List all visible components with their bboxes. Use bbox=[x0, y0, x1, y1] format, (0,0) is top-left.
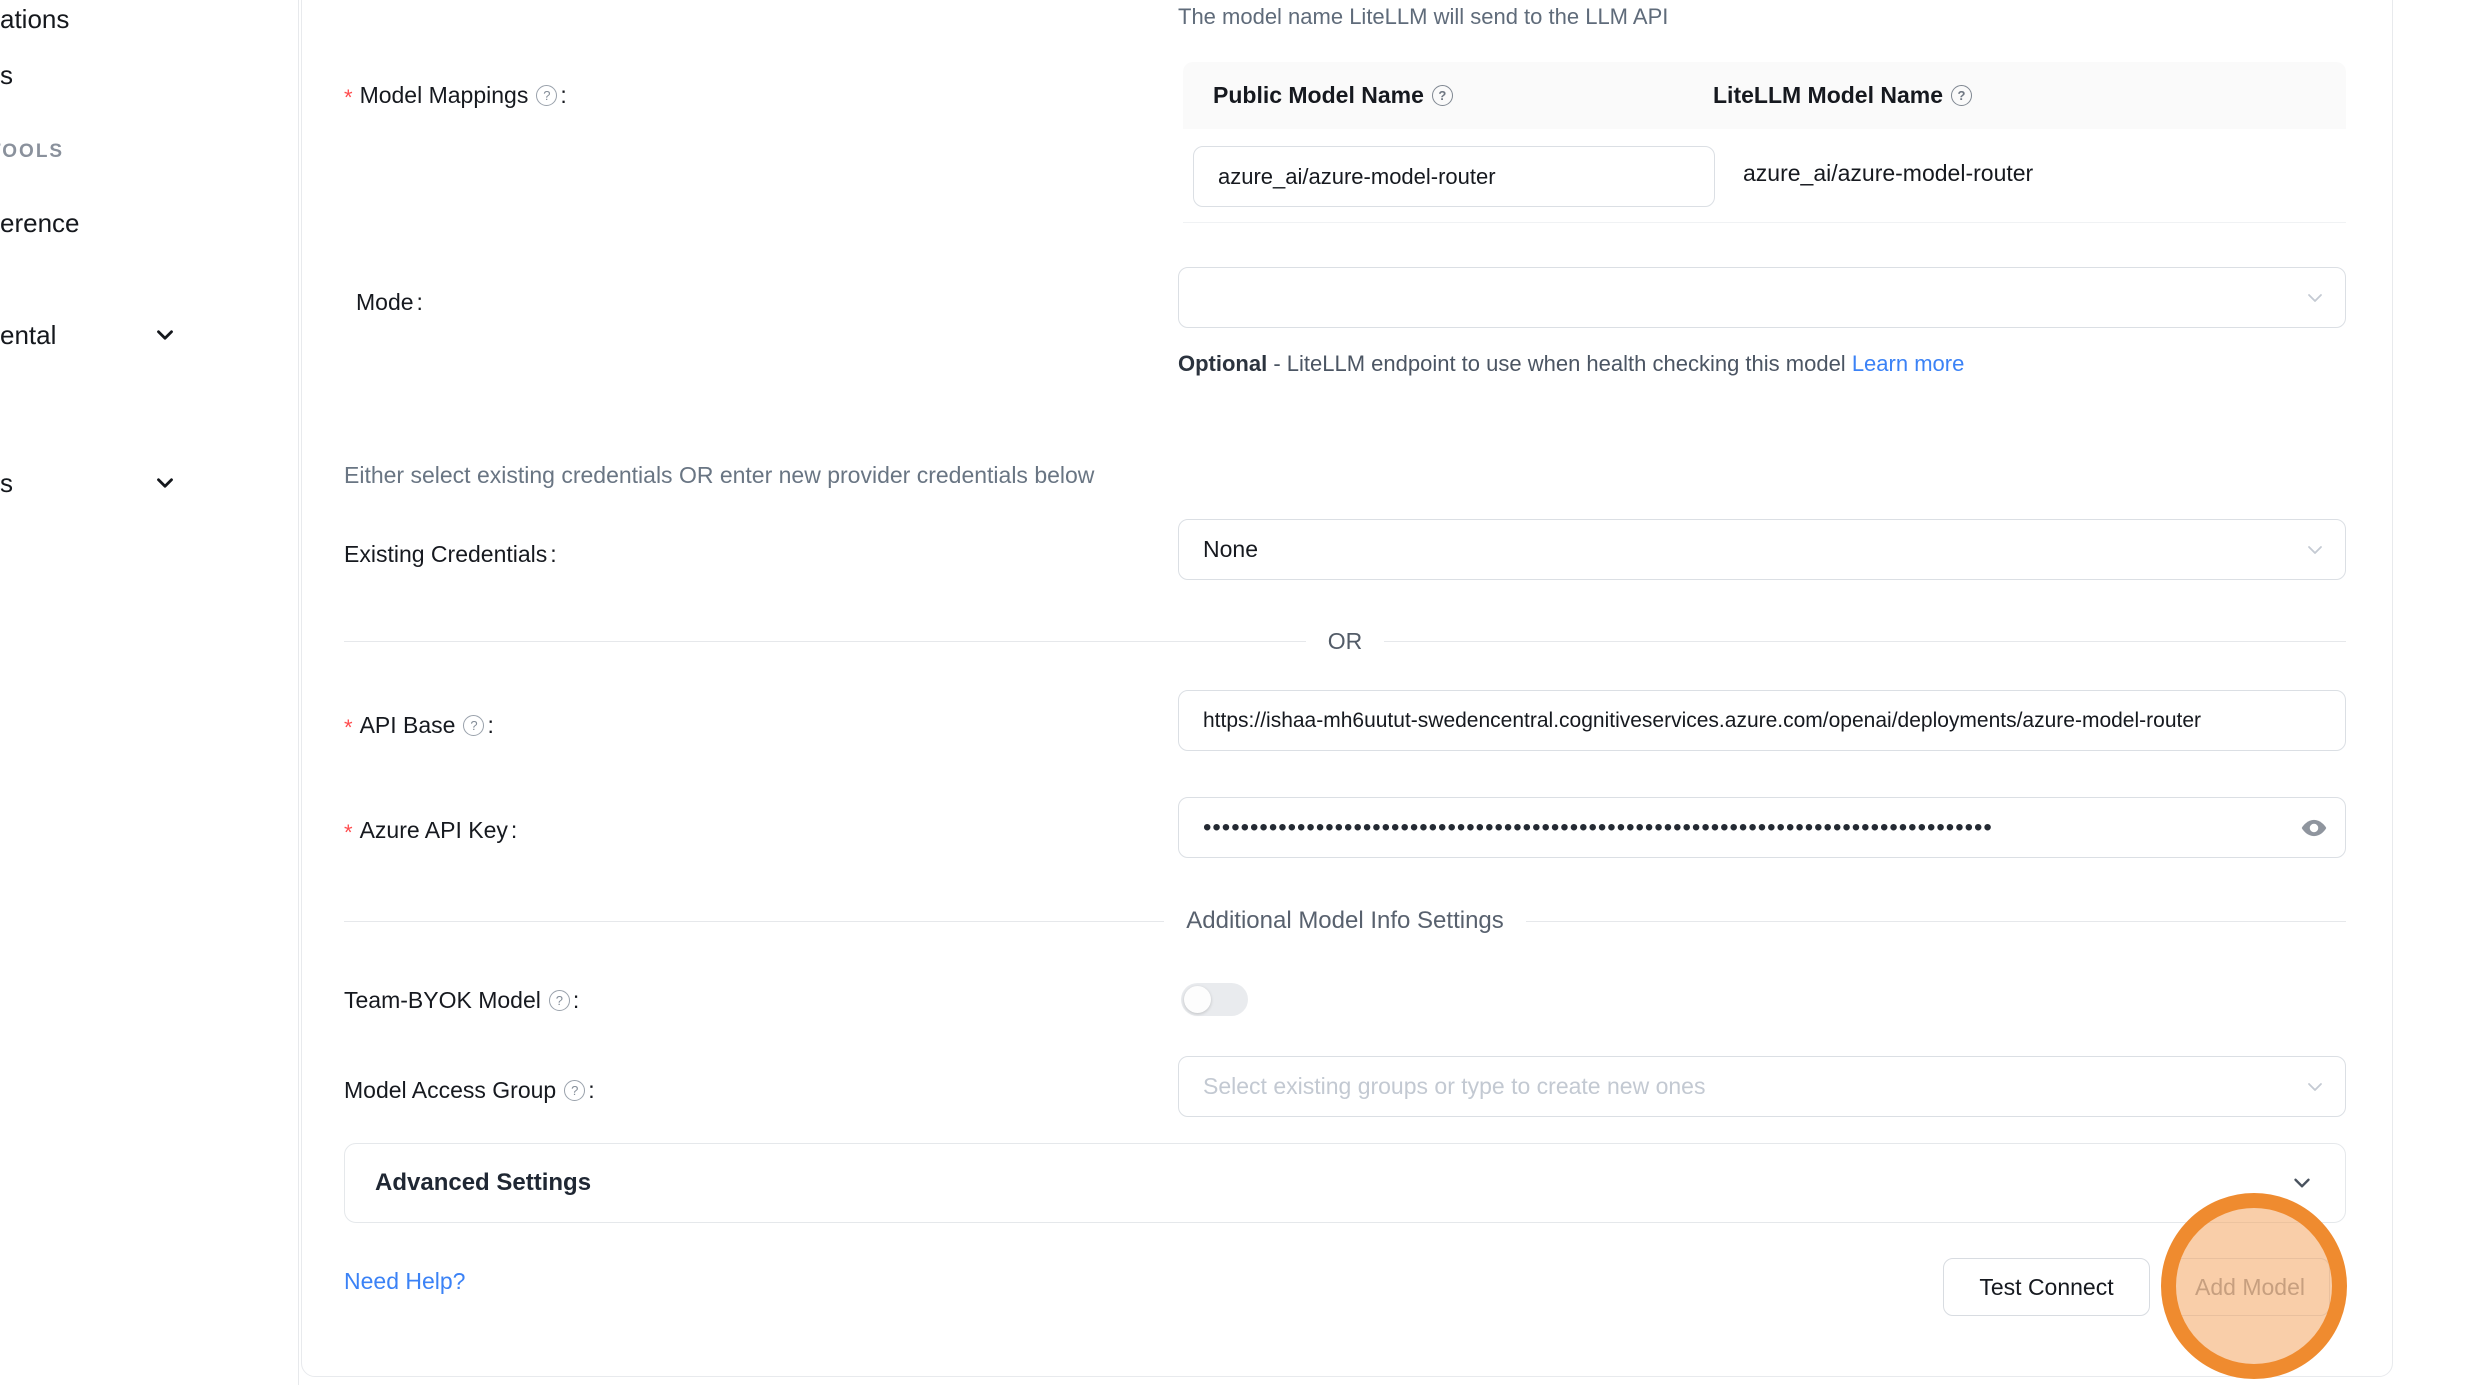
team-byok-label: Team-BYOK Model ? : bbox=[344, 985, 579, 1015]
learn-more-link[interactable]: Learn more bbox=[1852, 351, 1965, 376]
chevron-down-icon bbox=[2303, 1075, 2327, 1099]
model-access-group-select[interactable]: Select existing groups or type to create… bbox=[1178, 1056, 2346, 1117]
mode-select[interactable] bbox=[1178, 267, 2346, 328]
help-icon[interactable]: ? bbox=[463, 715, 484, 736]
model-name-helper-text: The model name LiteLLM will send to the … bbox=[1178, 4, 1668, 30]
additional-settings-divider: Additional Model Info Settings bbox=[344, 909, 2346, 933]
api-base-input[interactable]: https://ishaa-mh6uutut-swedencentral.cog… bbox=[1178, 690, 2346, 751]
help-icon[interactable]: ? bbox=[1432, 85, 1453, 106]
chevron-down-icon bbox=[2303, 286, 2327, 310]
help-icon[interactable]: ? bbox=[549, 990, 570, 1011]
test-connect-button[interactable]: Test Connect bbox=[1943, 1258, 2150, 1316]
chevron-down-icon bbox=[2303, 538, 2327, 562]
need-help-link[interactable]: Need Help? bbox=[344, 1268, 465, 1295]
eye-icon[interactable] bbox=[2299, 813, 2329, 843]
public-model-name-input[interactable]: azure_ai/azure-model-router bbox=[1193, 146, 1715, 207]
mode-helper-text: Optional - LiteLLM endpoint to use when … bbox=[1178, 344, 1983, 383]
sidebar-item-s2[interactable]: s bbox=[0, 468, 13, 499]
sidebar-item-ental[interactable]: ental bbox=[0, 320, 56, 351]
litellm-model-name-value: azure_ai/azure-model-router bbox=[1743, 160, 2033, 187]
sidebar-item-erence[interactable]: erence bbox=[0, 208, 80, 239]
required-asterisk: * bbox=[344, 715, 353, 741]
api-base-label: * API Base ? : bbox=[344, 710, 494, 740]
azure-api-key-input[interactable]: ••••••••••••••••••••••••••••••••••••••••… bbox=[1178, 797, 2346, 858]
help-icon[interactable]: ? bbox=[1951, 85, 1972, 106]
sidebar-section-tools: TOOLS bbox=[0, 141, 64, 163]
team-byok-toggle[interactable] bbox=[1181, 983, 1248, 1016]
credentials-note: Either select existing credentials OR en… bbox=[344, 462, 1094, 489]
or-divider: OR bbox=[344, 629, 2346, 653]
required-asterisk: * bbox=[344, 85, 353, 111]
model-mappings-label: * Model Mappings ? : bbox=[344, 80, 567, 110]
column-header-litellm-model-name: LiteLLM Model Name ? bbox=[1713, 82, 1972, 109]
chevron-down-icon bbox=[2289, 1170, 2315, 1196]
help-icon[interactable]: ? bbox=[564, 1080, 585, 1101]
sidebar-item-s1[interactable]: s bbox=[0, 60, 13, 91]
model-access-group-label: Model Access Group ? : bbox=[344, 1075, 595, 1105]
chevron-down-icon[interactable] bbox=[152, 470, 178, 496]
advanced-settings-panel[interactable]: Advanced Settings bbox=[344, 1143, 2346, 1223]
table-row-divider bbox=[1183, 222, 2346, 223]
mode-label: Mode : bbox=[356, 287, 423, 317]
sidebar-item-ations[interactable]: ations bbox=[0, 4, 69, 35]
add-model-button[interactable]: Add Model bbox=[2170, 1258, 2330, 1316]
azure-api-key-label: * Azure API Key : bbox=[344, 815, 517, 845]
existing-credentials-select[interactable]: None bbox=[1178, 519, 2346, 580]
existing-credentials-label: Existing Credentials : bbox=[344, 539, 557, 569]
sidebar: ations s TOOLS erence ental s bbox=[0, 0, 299, 1385]
toggle-knob bbox=[1184, 986, 1211, 1013]
chevron-down-icon[interactable] bbox=[152, 322, 178, 348]
required-asterisk: * bbox=[344, 820, 353, 846]
column-header-public-model-name: Public Model Name ? bbox=[1183, 82, 1713, 109]
help-icon[interactable]: ? bbox=[536, 85, 557, 106]
model-mappings-table-header: Public Model Name ? LiteLLM Model Name ? bbox=[1183, 62, 2346, 129]
